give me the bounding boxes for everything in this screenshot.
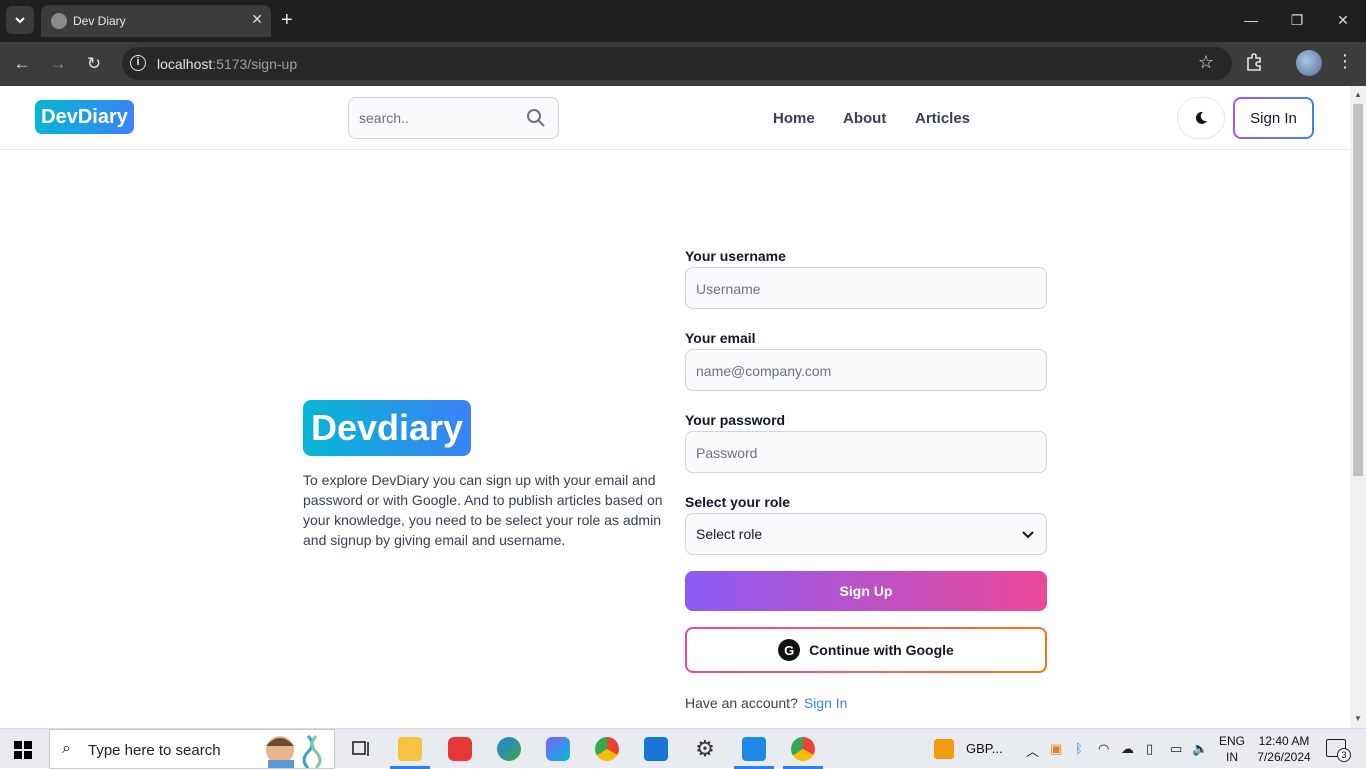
currency-widget-text[interactable]: GBP...: [966, 741, 1003, 756]
globe-icon: [51, 13, 67, 29]
page-scrollbar[interactable]: ▲ ▼: [1350, 86, 1366, 728]
tab-title: Dev Diary: [73, 14, 126, 28]
reload-icon[interactable]: ↻: [84, 54, 104, 74]
taskbar-search-text: Type here to search: [88, 742, 221, 759]
chevron-down-icon: [1022, 531, 1034, 539]
notification-icon[interactable]: 3: [1326, 739, 1351, 762]
site-info-icon[interactable]: i: [130, 55, 146, 71]
chrome-active-icon[interactable]: [791, 737, 815, 761]
profile-avatar[interactable]: [1296, 50, 1322, 76]
restore-button[interactable]: ❐: [1274, 0, 1320, 40]
password-field[interactable]: [685, 431, 1047, 473]
have-account-text: Have an account?: [685, 695, 798, 711]
device-icon[interactable]: ▯: [1146, 741, 1153, 757]
role-select-value: Select role: [696, 526, 763, 542]
close-tab-icon[interactable]: ✕: [251, 11, 263, 28]
back-arrow-icon[interactable]: ←: [12, 54, 32, 74]
role-select[interactable]: Select role: [685, 513, 1047, 555]
copilot-icon[interactable]: [546, 737, 570, 761]
chevron-down-icon: [15, 17, 25, 24]
minimize-button[interactable]: —: [1228, 0, 1274, 40]
wps-office-icon[interactable]: [448, 737, 472, 761]
address-bar[interactable]: i localhost:5173/sign-up ☆: [122, 47, 1232, 80]
site-logo[interactable]: DevDiary: [35, 100, 134, 134]
username-label: Your username: [685, 248, 786, 264]
volume-icon[interactable]: 🔈: [1192, 741, 1208, 757]
search-icon[interactable]: [526, 108, 546, 128]
language-indicator[interactable]: ENG IN: [1219, 733, 1245, 765]
url-text: localhost:5173/sign-up: [157, 56, 298, 72]
browser-tab-bar: Dev Diary ✕ + — ❐ ✕: [0, 0, 1366, 42]
theme-toggle-button[interactable]: [1177, 97, 1225, 139]
signin-link[interactable]: Sign In: [804, 695, 848, 711]
username-input[interactable]: [696, 279, 1026, 299]
google-button-label: Continue with Google: [809, 642, 954, 658]
password-input[interactable]: [696, 443, 1026, 463]
scroll-up-arrow-icon[interactable]: ▲: [1354, 90, 1362, 99]
forward-arrow-icon[interactable]: →: [48, 54, 68, 74]
nav-articles[interactable]: Articles: [915, 110, 970, 127]
browser-tab[interactable]: Dev Diary ✕: [41, 5, 271, 37]
app-tray-icon[interactable]: ▣: [1050, 741, 1062, 757]
email-field[interactable]: [685, 349, 1047, 391]
vscode-icon[interactable]: [742, 737, 766, 761]
google-signin-button[interactable]: G Continue with Google: [685, 627, 1047, 673]
google-icon: G: [778, 639, 801, 661]
search-input[interactable]: [359, 108, 519, 128]
currency-widget-icon[interactable]: [934, 739, 954, 759]
scrollbar-thumb[interactable]: [1353, 104, 1363, 476]
scroll-down-arrow-icon[interactable]: ▼: [1354, 714, 1362, 723]
wifi-icon[interactable]: ◠: [1098, 741, 1109, 757]
email-label: Your email: [685, 330, 756, 346]
taskbar-search[interactable]: ⌕ Type here to search: [49, 729, 335, 769]
edge-browser-icon[interactable]: [497, 737, 521, 761]
battery-icon[interactable]: ▭: [1170, 741, 1182, 757]
chrome-icon[interactable]: [595, 737, 619, 761]
page-viewport: DevDiary Home About Articles Sign In Dev…: [0, 86, 1350, 728]
browser-toolbar: ← → ↻ i localhost:5173/sign-up ☆ ⋮: [0, 42, 1366, 86]
nav-home[interactable]: Home: [773, 110, 815, 127]
nav-about[interactable]: About: [843, 110, 886, 127]
role-label: Select your role: [685, 494, 791, 510]
bookmark-star-icon[interactable]: ☆: [1198, 52, 1214, 73]
task-view-icon[interactable]: [350, 737, 374, 761]
signup-button[interactable]: Sign Up: [685, 571, 1047, 611]
tab-search-button[interactable]: [6, 6, 34, 34]
bluetooth-icon[interactable]: ᛒ: [1075, 741, 1083, 756]
menu-kebab-icon[interactable]: ⋮: [1336, 51, 1354, 72]
close-window-button[interactable]: ✕: [1320, 0, 1366, 40]
site-header: DevDiary Home About Articles Sign In: [0, 86, 1350, 150]
windows-taskbar: ⌕ Type here to search ⚙ GBP... ︿ ▣ ᛒ ◠ ☁…: [0, 728, 1366, 769]
system-clock[interactable]: 12:40 AM 7/26/2024: [1256, 733, 1312, 765]
new-tab-button[interactable]: +: [281, 8, 293, 32]
tray-overflow-chevron-icon[interactable]: ︿: [1026, 741, 1039, 760]
settings-gear-icon[interactable]: ⚙: [693, 737, 717, 761]
header-signin-button[interactable]: Sign In: [1233, 97, 1314, 139]
mail-icon[interactable]: [644, 737, 668, 761]
password-label: Your password: [685, 412, 786, 428]
email-input[interactable]: [696, 361, 1026, 381]
have-account-row: Have an account? Sign In: [685, 695, 847, 711]
search-box[interactable]: [348, 97, 559, 139]
cloud-sync-icon[interactable]: ☁: [1121, 741, 1134, 757]
extensions-icon[interactable]: [1244, 52, 1266, 74]
file-explorer-icon[interactable]: [398, 737, 422, 761]
intro-text: To explore DevDiary you can sign up with…: [303, 472, 663, 548]
notification-count-badge: 3: [1337, 748, 1351, 762]
username-field[interactable]: [685, 267, 1047, 309]
windows-start-icon[interactable]: [14, 741, 32, 759]
moon-icon: [1195, 111, 1207, 124]
brand-logo: Devdiary: [303, 400, 471, 456]
search-highlight-illustration: [266, 734, 322, 768]
search-icon: ⌕: [62, 740, 71, 757]
